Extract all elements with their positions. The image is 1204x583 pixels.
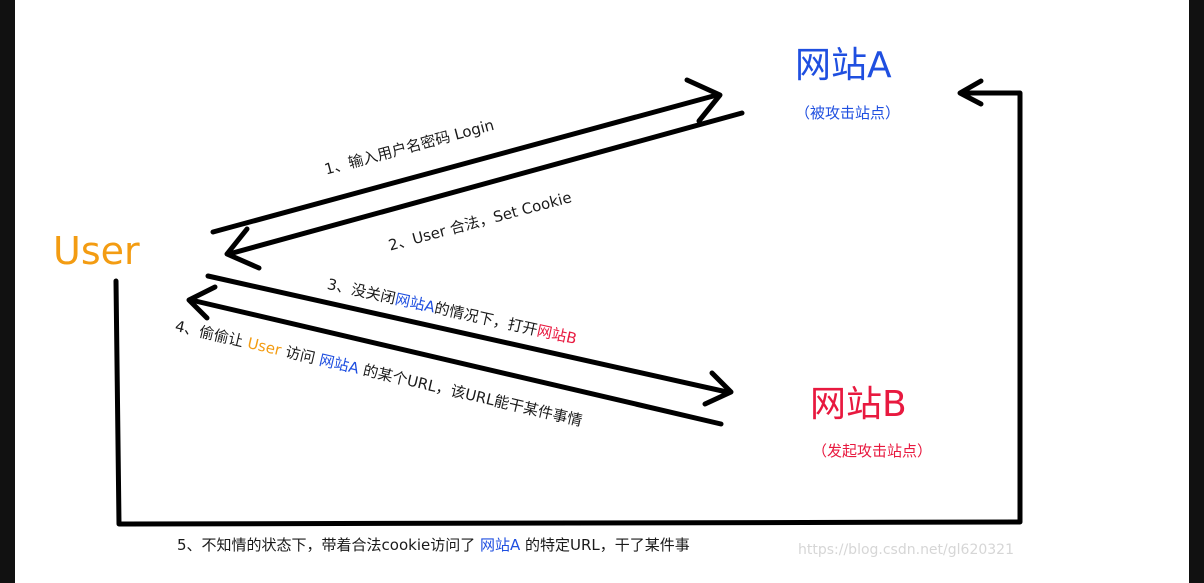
- diagram-edges: [113, 77, 1023, 527]
- site-b-subtitle: （发起攻击站点）: [812, 442, 933, 460]
- edge-login-arrow: [210, 77, 723, 235]
- diagram-canvas: 网站A （被攻击站点） 网站B （发起攻击站点） User 1、输入用户名密码 …: [15, 0, 1189, 583]
- user-node: User: [53, 229, 140, 273]
- edge-cookie-request-label: 5、不知情的状态下，带着合法cookie访问了 网站A 的特定URL，干了某件事: [177, 538, 690, 553]
- site-a-subtitle: （被攻击站点）: [795, 104, 901, 122]
- site-b-title: 网站B: [810, 384, 907, 425]
- watermark-text: https://blog.csdn.net/gl620321: [798, 542, 1014, 558]
- edge5-site-a: 网站A: [480, 536, 521, 554]
- site-a-title: 网站A: [795, 45, 892, 86]
- edge5-suffix: 的特定URL，干了某件事: [520, 536, 690, 554]
- edge5-prefix: 5、不知情的状态下，带着合法cookie访问了: [177, 536, 480, 554]
